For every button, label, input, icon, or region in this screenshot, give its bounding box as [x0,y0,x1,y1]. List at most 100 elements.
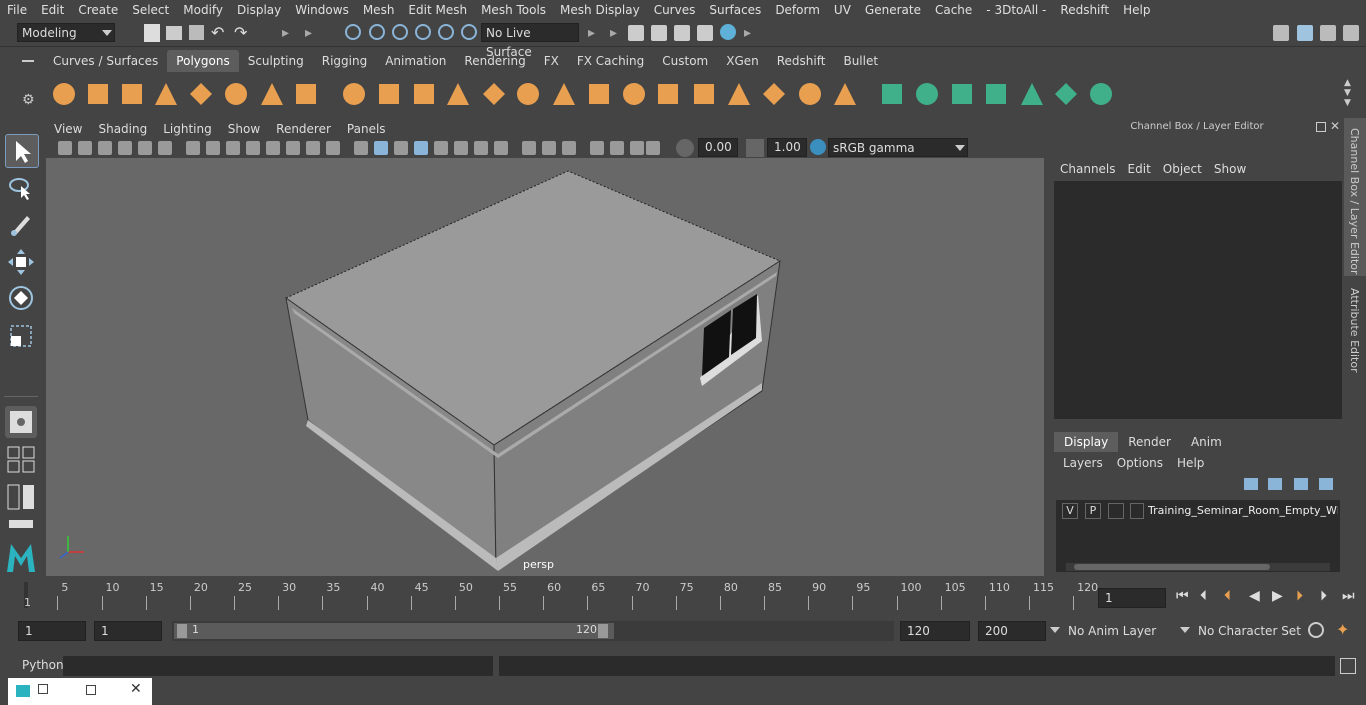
current-frame-field[interactable]: 1 [1098,588,1166,608]
menu-item[interactable]: Mesh Display [553,3,647,17]
command-language-label[interactable]: Python [22,658,64,672]
uv-cylindrical-icon[interactable] [913,80,941,108]
resolution-gate-icon[interactable] [246,141,260,155]
merge-icon[interactable] [654,80,682,108]
new-scene-icon[interactable] [144,24,160,42]
script-editor-icon[interactable] [1340,658,1356,674]
use-lights-icon[interactable] [434,141,448,155]
xray-icon[interactable] [414,141,428,155]
xray-joints-icon[interactable] [590,141,604,155]
mode-dropdown[interactable]: Modeling [17,23,115,42]
menu-item[interactable]: Mesh [356,3,402,17]
close-icon[interactable]: ✕ [1330,119,1340,133]
menu-item[interactable]: Help [1116,3,1157,17]
chevron-down-icon[interactable] [1180,627,1190,633]
snap-point-icon[interactable] [392,24,408,40]
menu-item[interactable]: Modify [176,3,230,17]
menu-item[interactable]: UV [827,3,858,17]
menu-item[interactable]: Redshift [1053,3,1116,17]
step-back-key-icon[interactable]: ⏴ [1224,588,1231,604]
menu-item[interactable]: Cache [928,3,979,17]
viewport-menu-item[interactable]: Renderer [268,120,339,138]
new-layer-icon[interactable] [1294,478,1308,490]
shelf-tab[interactable]: Custom [653,50,717,72]
attribute-editor-toggle-icon[interactable] [1320,25,1336,41]
menu-item[interactable]: File [0,3,34,17]
end-time-field[interactable]: 200 [978,621,1046,641]
uv-layout-icon[interactable] [1052,80,1080,108]
default-material-icon[interactable] [394,141,408,155]
layout-toggle-icon[interactable] [5,518,37,530]
layer-display-type-toggle[interactable] [1108,503,1124,519]
fill-hole-icon[interactable] [725,80,753,108]
render-settings-icon[interactable] [628,25,644,41]
poly-cylinder-icon[interactable] [118,80,146,108]
extract-icon[interactable] [480,80,508,108]
shelf-tab[interactable]: Curves / Surfaces [44,50,167,72]
snap-curve-icon[interactable] [369,24,385,40]
viewport-menu-item[interactable]: Shading [90,120,155,138]
exposure-field[interactable]: 0.00 [698,138,738,157]
boolean-icon[interactable] [690,80,718,108]
viewport-menu-item[interactable]: Show [220,120,268,138]
snap-surface-icon[interactable] [438,24,454,40]
snap-vertex-icon[interactable] [461,24,477,40]
start-time-field[interactable]: 1 [18,621,86,641]
play-backwards-icon[interactable]: ◀ [1249,588,1260,604]
rotate-tool-icon[interactable] [5,282,37,314]
shelf-tab[interactable]: XGen [717,50,768,72]
layer-color-swatch[interactable] [1130,503,1144,519]
backface-icon[interactable] [630,141,644,155]
play-forwards-icon[interactable]: ▶ [1272,588,1283,604]
four-view-layout-icon[interactable] [5,444,37,474]
auto-key-icon[interactable] [1308,622,1324,638]
menu-item[interactable]: Deform [768,3,827,17]
viewport-3d[interactable]: persp [46,158,1044,576]
go-to-start-icon[interactable]: ⏮ [1176,588,1189,604]
extrude-icon[interactable] [620,80,648,108]
save-scene-icon[interactable] [189,25,204,40]
scale-tool-icon[interactable] [5,320,37,352]
tool-settings-toggle-icon[interactable] [1343,25,1359,41]
smooth-icon[interactable] [444,80,472,108]
depth-of-field-icon[interactable] [542,141,556,155]
step-forward-key-icon[interactable]: ⏵ [1296,588,1303,604]
layer-name[interactable]: Training_Seminar_Room_Empty_Whit [1148,503,1338,519]
shelf-scroll-icon[interactable]: ▲ ▼ ▼ [1344,78,1356,110]
color-space-dropdown[interactable]: sRGB gamma [828,138,968,157]
command-input[interactable] [63,656,493,676]
character-set-dropdown[interactable]: No Character Set [1198,621,1308,641]
restore-icon[interactable] [38,684,48,694]
anim-layer-dropdown[interactable]: No Anim Layer [1068,621,1178,641]
shelf-menu-icon[interactable] [22,60,34,62]
gamma-field[interactable]: 1.00 [767,138,807,157]
channel-box-area[interactable] [1054,181,1342,419]
workspace-icon[interactable] [1273,25,1289,41]
playback-end-field[interactable]: 120 [900,621,970,641]
shadows-icon[interactable] [454,141,468,155]
poly-torus-icon[interactable] [222,80,250,108]
arrow-right-icon[interactable]: ▸ [588,25,595,41]
channel-box-side-tab[interactable]: Channel Box / Layer Editor [1344,118,1366,276]
range-handle-start[interactable] [177,624,187,638]
gate-mask-icon[interactable] [266,141,280,155]
layer-editor-menu-item[interactable]: Layers [1056,454,1110,472]
poly-cube-icon[interactable] [84,80,112,108]
poly-pyramid-icon[interactable] [258,80,286,108]
move-layer-up-icon[interactable] [1244,478,1258,490]
layer-editor-menu-item[interactable]: Options [1110,454,1170,472]
gamma-icon[interactable] [746,139,764,157]
wireframe-on-shaded-icon[interactable] [354,141,368,155]
menu-item[interactable]: Display [230,3,288,17]
viewport-menu-item[interactable]: View [46,120,90,138]
shelf-tab[interactable]: Sculpting [239,50,313,72]
ambient-occlusion-icon[interactable] [474,141,488,155]
move-tool-icon[interactable] [5,246,37,278]
layer-visibility-toggle[interactable]: V [1062,503,1078,519]
uv-planar-icon[interactable] [878,80,906,108]
safe-action-icon[interactable] [306,141,320,155]
paint-select-icon[interactable] [5,208,37,240]
layer-editor-tab[interactable]: Anim [1181,432,1232,452]
lasso-tool-icon[interactable] [5,172,37,204]
insert-loop-icon[interactable] [796,80,824,108]
